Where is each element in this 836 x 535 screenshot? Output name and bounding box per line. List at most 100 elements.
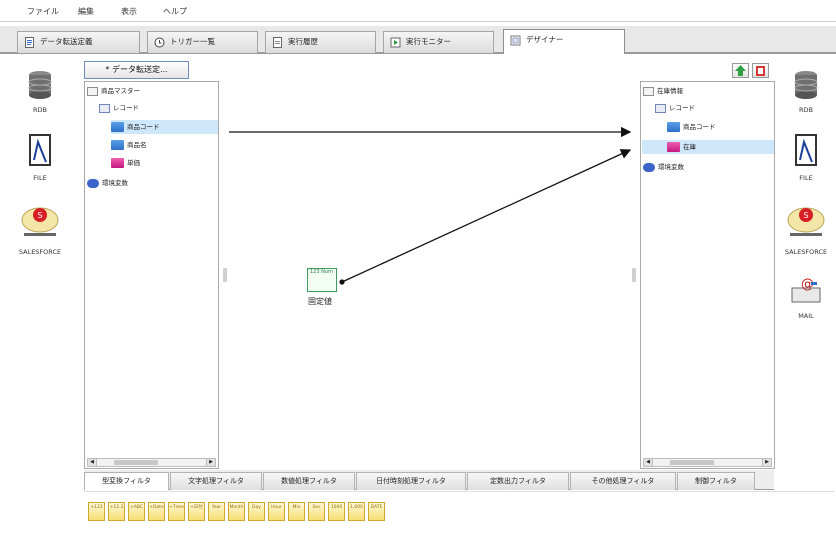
tree-label: 商品名 bbox=[127, 141, 147, 149]
filter-icon[interactable]: +Time bbox=[168, 502, 185, 521]
designer-icon bbox=[510, 35, 521, 46]
filter-icon[interactable]: +ABC bbox=[128, 502, 145, 521]
filter-tabbar: 型変換フィルタ 文字処理フィルタ 数値処理フィルタ 日付時刻処理フィルタ 定数出… bbox=[84, 470, 774, 490]
palette-label: MAIL bbox=[798, 312, 814, 320]
tab-label: データ転送定義 bbox=[40, 37, 93, 46]
filter-tab-type-conversion[interactable]: 型変換フィルタ bbox=[84, 472, 169, 490]
horizontal-scrollbar[interactable]: ◀ ▶ bbox=[643, 458, 772, 467]
filter-icon[interactable]: Day bbox=[248, 502, 265, 521]
salesforce-cloud-icon: S bbox=[787, 207, 825, 236]
tree-record-item[interactable]: レコード bbox=[655, 101, 695, 115]
palette-label: FILE bbox=[33, 174, 47, 182]
palette-rdb[interactable]: RDB bbox=[776, 70, 836, 114]
scroll-thumb[interactable] bbox=[114, 460, 158, 465]
filter-icon-strip: +123 +12.3 +ABC +Date +Time +日付 Year Mon… bbox=[84, 491, 834, 531]
filter-tab-string[interactable]: 文字処理フィルタ bbox=[170, 472, 262, 490]
filter-icon[interactable]: Month bbox=[228, 502, 245, 521]
resize-handle[interactable] bbox=[632, 268, 636, 282]
menu-edit[interactable]: 編集 bbox=[78, 6, 94, 17]
tree-label: 単価 bbox=[127, 159, 140, 167]
tree-field-item[interactable]: 在庫 bbox=[642, 140, 774, 154]
filter-tab-datetime[interactable]: 日付時刻処理フィルタ bbox=[356, 472, 466, 490]
tree-field-item[interactable]: 商品コード bbox=[111, 120, 218, 134]
filter-tab-constant-output[interactable]: 定数出力フィルタ bbox=[467, 472, 569, 490]
filter-icon[interactable]: 1,000 bbox=[348, 502, 365, 521]
filter-icon[interactable]: Sec bbox=[308, 502, 325, 521]
tree-env-item[interactable]: 環境変数 bbox=[643, 160, 684, 174]
number-field-icon bbox=[667, 142, 680, 152]
table-icon bbox=[87, 86, 98, 96]
tab-execution-history[interactable]: 実行履歴 bbox=[265, 31, 376, 53]
filter-tab-number[interactable]: 数値処理フィルタ bbox=[263, 472, 355, 490]
filter-icon[interactable]: +12.3 bbox=[108, 502, 125, 521]
menu-file[interactable]: ファイル bbox=[27, 6, 59, 17]
environment-icon bbox=[643, 162, 655, 172]
filter-icon[interactable]: +日付 bbox=[188, 502, 205, 521]
palette-salesforce[interactable]: S SALESFORCE bbox=[0, 202, 80, 256]
tab-execution-monitor[interactable]: 実行モニター bbox=[383, 31, 494, 53]
monitor-icon bbox=[390, 37, 401, 48]
database-icon bbox=[794, 71, 818, 99]
tree-field-item[interactable]: 商品コード bbox=[667, 120, 716, 134]
menu-view[interactable]: 表示 bbox=[121, 6, 137, 17]
resize-handle[interactable] bbox=[223, 268, 227, 282]
filter-tab-control[interactable]: 制御フィルタ bbox=[677, 472, 755, 490]
svg-text:S: S bbox=[37, 211, 42, 220]
tab-label: 実行履歴 bbox=[288, 37, 318, 46]
tab-designer[interactable]: デザイナー bbox=[503, 29, 625, 54]
scroll-right-arrow[interactable]: ▶ bbox=[206, 459, 215, 466]
palette-label: FILE bbox=[799, 174, 813, 182]
filter-tab-other[interactable]: その他処理フィルタ bbox=[570, 472, 676, 490]
record-icon bbox=[99, 103, 110, 113]
database-icon bbox=[28, 71, 52, 99]
main-tabbar: データ転送定義 トリガー一覧 実行履歴 実行モニター デザイナー bbox=[0, 26, 836, 54]
tree-label: 商品マスター bbox=[101, 87, 140, 95]
tree-root-item[interactable]: 在庫情報 bbox=[643, 84, 683, 98]
select-transfer-definition-button[interactable]: * データ転送定... bbox=[84, 61, 189, 79]
scroll-right-arrow[interactable]: ▶ bbox=[762, 459, 771, 466]
palette-file[interactable]: FILE bbox=[0, 134, 80, 182]
node-label: 固定値 bbox=[308, 297, 332, 306]
tree-root-item[interactable]: 商品マスター bbox=[87, 84, 140, 98]
palette-label: RDB bbox=[33, 106, 47, 114]
filter-icon[interactable]: 1000 bbox=[328, 502, 345, 521]
scroll-thumb[interactable] bbox=[670, 460, 714, 465]
palette-salesforce[interactable]: S SALESFORCE bbox=[776, 202, 836, 256]
palette-file[interactable]: FILE bbox=[776, 134, 836, 182]
fixed-value-node[interactable]: 123 Num bbox=[307, 268, 337, 292]
import-button[interactable] bbox=[732, 63, 749, 78]
tree-record-item[interactable]: レコード bbox=[99, 101, 139, 115]
up-arrow-icon bbox=[735, 65, 746, 76]
string-field-icon bbox=[667, 122, 680, 132]
filter-icon[interactable]: +Date bbox=[148, 502, 165, 521]
palette-label: RDB bbox=[799, 106, 813, 114]
filter-icon[interactable]: DATE bbox=[368, 502, 385, 521]
tree-field-item[interactable]: 商品名 bbox=[111, 138, 147, 152]
tab-transfer-definition[interactable]: データ転送定義 bbox=[17, 31, 140, 53]
tab-label: 実行モニター bbox=[406, 37, 451, 46]
string-field-icon bbox=[111, 122, 124, 132]
source-tree-panel: 商品マスター レコード 商品コード 商品名 単価 環境変数 ◀ ▶ bbox=[84, 81, 219, 469]
filter-icon[interactable]: +123 bbox=[88, 502, 105, 521]
table-icon bbox=[643, 86, 654, 96]
filter-icon[interactable]: Hour bbox=[268, 502, 285, 521]
filter-icon[interactable]: Year bbox=[208, 502, 225, 521]
mail-icon: @ bbox=[791, 277, 821, 303]
scroll-left-arrow[interactable]: ◀ bbox=[644, 459, 653, 466]
horizontal-scrollbar[interactable]: ◀ ▶ bbox=[87, 458, 216, 467]
scroll-left-arrow[interactable]: ◀ bbox=[88, 459, 97, 466]
tree-field-item[interactable]: 単価 bbox=[111, 156, 140, 170]
file-icon bbox=[795, 134, 817, 166]
filter-icon[interactable]: Min bbox=[288, 502, 305, 521]
menu-help[interactable]: ヘルプ bbox=[163, 6, 187, 17]
tree-env-item[interactable]: 環境変数 bbox=[87, 176, 128, 190]
mapping-canvas[interactable] bbox=[219, 81, 639, 469]
delete-button[interactable] bbox=[752, 63, 769, 78]
history-icon bbox=[273, 37, 282, 48]
tree-label: 環境変数 bbox=[102, 179, 128, 187]
string-field-icon bbox=[111, 140, 124, 150]
tab-trigger-list[interactable]: トリガー一覧 bbox=[147, 31, 258, 53]
palette-mail[interactable]: @ MAIL bbox=[776, 274, 836, 320]
menu-bar: ファイル 編集 表示 ヘルプ bbox=[0, 0, 836, 22]
palette-rdb[interactable]: RDB bbox=[0, 70, 80, 114]
